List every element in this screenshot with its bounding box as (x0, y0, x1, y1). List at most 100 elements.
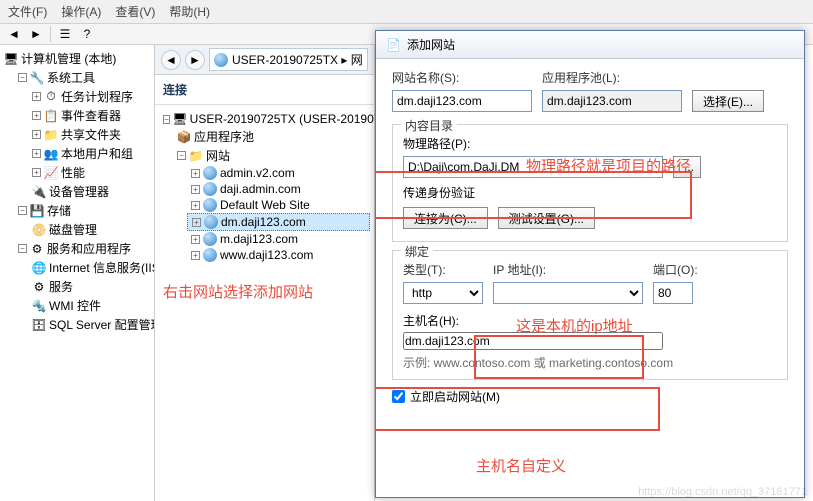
tree-event-viewer[interactable]: +📋事件查看器 (28, 106, 154, 125)
tree-device-manager[interactable]: 🔌设备管理器 (28, 182, 154, 201)
nav-back-icon[interactable]: ◄ (161, 50, 181, 70)
menu-help[interactable]: 帮助(H) (169, 3, 210, 20)
apppool-label: 应用程序池(L): (542, 69, 692, 86)
forward-icon[interactable]: ► (28, 26, 44, 42)
clock-icon: ⏱ (44, 90, 58, 104)
separator (50, 26, 51, 42)
expand-icon[interactable]: + (191, 201, 200, 210)
binding-group-legend: 绑定 (401, 243, 433, 260)
sites-node[interactable]: −📁网站 (173, 146, 370, 165)
site-www-daji123[interactable]: +www.daji123.com (187, 247, 370, 263)
help-icon[interactable]: ? (79, 26, 95, 42)
collapse-icon[interactable]: − (18, 206, 27, 215)
physpath-input[interactable] (403, 156, 663, 178)
tree-storage[interactable]: −💾存储 (14, 201, 154, 220)
left-tree-panel: 🖥计算机管理 (本地) −🔧系统工具 +⏱任务计划程序 +📋事件查看器 +📁共享… (0, 45, 155, 501)
tree-sql-config[interactable]: 🗄SQL Server 配置管理器 (28, 315, 154, 334)
menu-view[interactable]: 查看(V) (115, 3, 155, 20)
gear-icon: ⚙ (32, 280, 46, 294)
collapse-icon[interactable]: − (18, 73, 27, 82)
expand-icon[interactable]: + (191, 235, 200, 244)
folder-icon: 📁 (189, 149, 203, 163)
connections-header: 连接 (155, 75, 374, 105)
annotation-right-click-note: 右击网站选择添加网站 (155, 269, 374, 314)
select-apppool-button[interactable]: 选择(E)... (692, 90, 764, 112)
globe-icon (203, 232, 217, 246)
tree-wmi[interactable]: 🔩WMI 控件 (28, 296, 154, 315)
device-icon: 🔌 (32, 185, 46, 199)
collapse-icon[interactable]: − (18, 244, 27, 253)
sitename-input[interactable] (392, 90, 532, 112)
disk-icon: 📀 (32, 223, 46, 237)
tree-shared-folders[interactable]: +📁共享文件夹 (28, 125, 154, 144)
iis-connections-panel: ◄ ► USER-20190725TX ▸ 网 连接 −🖥USER-201907… (155, 45, 375, 501)
sitename-label: 网站名称(S): (392, 69, 532, 86)
services-icon: ⚙ (30, 242, 44, 256)
dialog-titlebar: 📄 添加网站 (376, 31, 804, 59)
back-icon[interactable]: ◄ (6, 26, 22, 42)
globe-icon (214, 53, 228, 67)
expand-icon[interactable]: + (32, 130, 41, 139)
event-icon: 📋 (44, 109, 58, 123)
expand-icon[interactable]: + (32, 168, 41, 177)
port-input[interactable] (653, 282, 693, 304)
menu-bar: 文件(F) 操作(A) 查看(V) 帮助(H) (0, 0, 813, 24)
tree-performance[interactable]: +📈性能 (28, 163, 154, 182)
computer-icon: 🖥 (4, 52, 18, 66)
address-bar: ◄ ► USER-20190725TX ▸ 网 (155, 45, 374, 75)
tree-iis[interactable]: 🌐Internet 信息服务(IIS)管 (28, 258, 154, 277)
connect-as-button[interactable]: 连接为(C)... (403, 207, 488, 229)
expand-icon[interactable]: + (192, 218, 201, 227)
props-icon[interactable]: ☰ (57, 26, 73, 42)
expand-icon[interactable]: + (191, 251, 200, 260)
expand-icon[interactable]: + (191, 169, 200, 178)
wmi-icon: 🔩 (32, 299, 46, 313)
collapse-icon[interactable]: − (177, 151, 186, 160)
add-website-dialog: 📄 添加网站 网站名称(S): 应用程序池(L): 选择(E)... 内容目录 … (375, 30, 805, 498)
menu-action[interactable]: 操作(A) (61, 3, 101, 20)
ip-label: IP 地址(I): (493, 261, 643, 278)
storage-icon: 💾 (30, 204, 44, 218)
expand-icon[interactable]: + (191, 185, 200, 194)
tree-disk-mgmt[interactable]: 📀磁盘管理 (28, 220, 154, 239)
browse-button[interactable]: ... (673, 156, 701, 178)
host-example: 示例: www.contoso.com 或 marketing.contoso.… (403, 354, 777, 371)
globe-icon (203, 182, 217, 196)
ip-select[interactable] (493, 282, 643, 304)
site-m-daji123[interactable]: +m.daji123.com (187, 231, 370, 247)
tree-services[interactable]: ⚙服务 (28, 277, 154, 296)
test-settings-button[interactable]: 测试设置(G)... (498, 207, 595, 229)
annotation-text-host: 主机名自定义 (476, 455, 566, 476)
start-now-label: 立即启动网站(M) (410, 388, 500, 405)
app-pools-node[interactable]: 📦应用程序池 (173, 127, 370, 146)
host-input[interactable] (403, 332, 663, 350)
expand-icon[interactable]: + (32, 111, 41, 120)
site-admin-v2[interactable]: +admin.v2.com (187, 165, 370, 181)
server-node[interactable]: −🖥USER-20190725TX (USER-20190725 (159, 111, 370, 127)
expand-icon[interactable]: + (32, 149, 41, 158)
type-label: 类型(T): (403, 261, 483, 278)
address-box[interactable]: USER-20190725TX ▸ 网 (209, 48, 368, 71)
sql-icon: 🗄 (32, 318, 46, 332)
type-select[interactable]: http (403, 282, 483, 304)
folder-shared-icon: 📁 (44, 128, 58, 142)
start-now-checkbox[interactable] (392, 390, 405, 403)
nav-forward-icon[interactable]: ► (185, 50, 205, 70)
watermark: https://blog.csdn.net/qq_37181771 (638, 486, 807, 498)
menu-file[interactable]: 文件(F) (8, 3, 47, 20)
tree-services-apps[interactable]: −⚙服务和应用程序 (14, 239, 154, 258)
collapse-icon[interactable]: − (163, 115, 170, 124)
site-daji-admin[interactable]: +daji.admin.com (187, 181, 370, 197)
site-dm-daji123[interactable]: +dm.daji123.com (187, 213, 370, 231)
passauth-label: 传递身份验证 (403, 184, 777, 201)
globe-icon (204, 215, 218, 229)
site-default[interactable]: +Default Web Site (187, 197, 370, 213)
expand-icon[interactable]: + (32, 92, 41, 101)
dialog-title-text: 添加网站 (407, 36, 455, 53)
tree-root-computer-mgmt[interactable]: 🖥计算机管理 (本地) (0, 49, 154, 68)
tree-local-users[interactable]: +👥本地用户和组 (28, 144, 154, 163)
host-label: 主机名(H): (403, 312, 777, 329)
tools-icon: 🔧 (30, 71, 44, 85)
tree-system-tools[interactable]: −🔧系统工具 (14, 68, 154, 87)
tree-task-scheduler[interactable]: +⏱任务计划程序 (28, 87, 154, 106)
